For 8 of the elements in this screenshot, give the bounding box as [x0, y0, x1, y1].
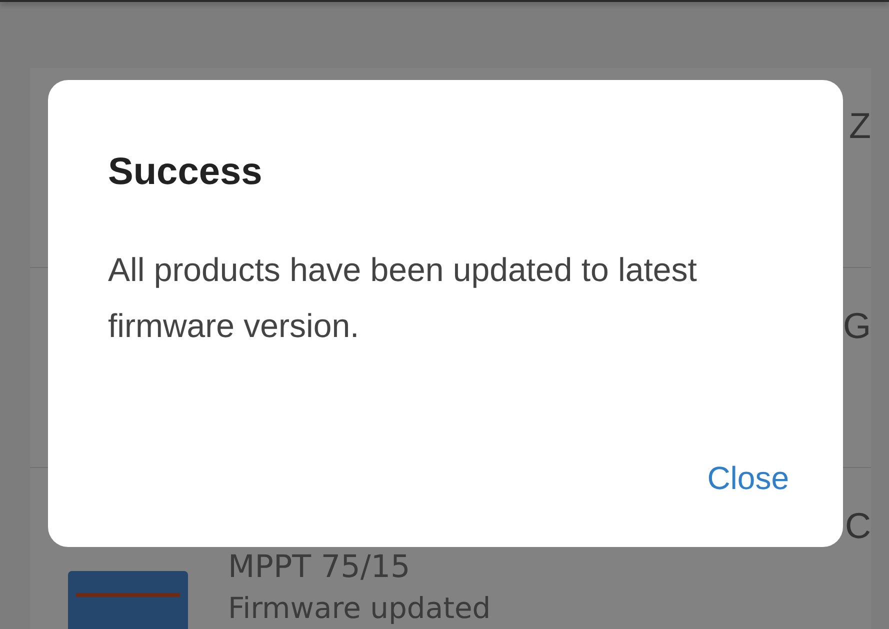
device-model: MPPT 75/15: [228, 548, 412, 586]
device-name: C: [845, 504, 871, 548]
device-name: Z: [849, 104, 871, 148]
dialog-message: All products have been updated to latest firmware version.: [108, 250, 698, 346]
close-button[interactable]: Close: [707, 456, 789, 501]
dialog-title: Success: [108, 150, 264, 195]
device-status: Firmware updated: [228, 590, 492, 627]
device-name: G: [842, 304, 871, 348]
